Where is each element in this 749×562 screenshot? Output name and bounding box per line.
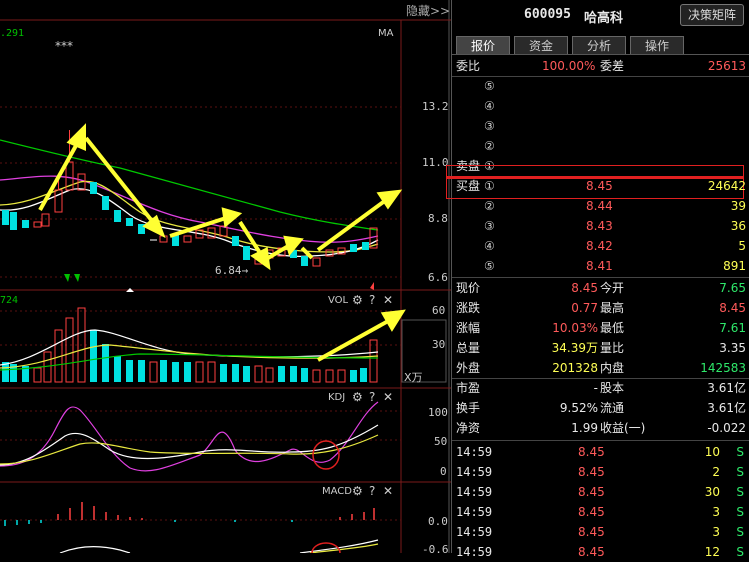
tick-row: 14:59 8.45 30 S bbox=[456, 485, 744, 499]
kdj-tick: 100 bbox=[428, 406, 448, 419]
quote-row: 现价 8.45 今开 7.65 bbox=[456, 281, 746, 295]
vol-tick: 30 bbox=[432, 338, 445, 351]
price-tick: 8.8 bbox=[428, 212, 448, 225]
close-icon[interactable]: ✕ bbox=[383, 484, 393, 498]
sell-level-3: ③ bbox=[484, 119, 495, 133]
close-icon[interactable]: ✕ bbox=[383, 293, 393, 307]
tab-funds[interactable]: 资金 bbox=[514, 36, 568, 54]
vol-tick: 60 bbox=[432, 304, 445, 317]
buy-level-3: ③ 8.43 36 bbox=[484, 219, 746, 233]
ratio-label: 委比 bbox=[456, 59, 481, 73]
help-icon[interactable]: ? bbox=[369, 293, 375, 307]
ma-value: .291 bbox=[0, 28, 24, 39]
ratio-value: 100.00% bbox=[542, 59, 596, 73]
tick-row: 14:59 8.45 2S bbox=[456, 465, 744, 479]
macd-tick: -0.6 bbox=[422, 543, 449, 553]
diff-value: 25613 bbox=[707, 59, 746, 73]
sell-level-5: ⑤ bbox=[484, 79, 495, 93]
quote-row: 涨幅 10.03% 最低 7.61 bbox=[456, 321, 746, 335]
macd-tick: 0.0 bbox=[428, 515, 448, 528]
quote-panel: 600095 哈高科 决策矩阵 报价 资金 分析 操作 委比 100.00% 委… bbox=[446, 0, 749, 559]
quote-row: 外盘 201328 内盘 142583 bbox=[456, 361, 746, 375]
buy-level-1: 买盘 ① 8.45 24642 bbox=[452, 176, 749, 196]
ma-label: MA bbox=[378, 28, 394, 39]
tick-row: 14:59 8.45 10 S bbox=[456, 445, 744, 459]
quote-row: 涨跌 0.77 最高 8.45 bbox=[456, 301, 746, 315]
vol-label: VOL bbox=[328, 295, 349, 306]
order-ratio-row: 委比 100.00% 委差 25613 bbox=[452, 56, 749, 76]
buy-level-4: ④ 8.42 5 bbox=[484, 239, 746, 253]
quote-row: 总量 34.39万 量比 3.35 bbox=[456, 341, 746, 355]
buy-level-5: ⑤ 8.41 891 bbox=[484, 259, 746, 273]
stars-label: *** bbox=[55, 39, 73, 53]
candlestick-chart[interactable]: 隐藏>> .291 *** MA 13.2 11.0 8.8 6.6 6.84→… bbox=[0, 0, 451, 553]
decision-matrix-button[interactable]: 决策矩阵 bbox=[680, 4, 744, 26]
help-icon[interactable]: ? bbox=[369, 390, 375, 404]
hide-panel-button[interactable]: 隐藏>> bbox=[406, 4, 450, 18]
price-tick: 6.6 bbox=[428, 271, 448, 284]
close-icon[interactable]: ✕ bbox=[383, 390, 393, 404]
diff-label: 委差 bbox=[600, 59, 625, 73]
tick-row: 14:59 8.45 3S bbox=[456, 505, 744, 519]
stock-header: 600095 哈高科 决策矩阵 bbox=[452, 0, 749, 30]
tab-operation[interactable]: 操作 bbox=[630, 36, 684, 54]
tab-quote[interactable]: 报价 bbox=[456, 36, 510, 54]
fundamental-row: 净资 1.99 收益(一) -0.022 bbox=[456, 421, 746, 435]
help-icon[interactable]: ? bbox=[369, 484, 375, 498]
kdj-label: KDJ bbox=[328, 392, 345, 403]
kdj-tick: 0 bbox=[440, 465, 447, 478]
sell-level-2: ② bbox=[484, 139, 495, 153]
gear-icon[interactable]: ⚙ bbox=[352, 390, 363, 404]
buy-level-2: ② 8.44 39 bbox=[484, 199, 746, 213]
kdj-tick: 50 bbox=[434, 435, 447, 448]
tab-analysis[interactable]: 分析 bbox=[572, 36, 626, 54]
vol-value: 724 bbox=[0, 295, 18, 306]
macd-label: MACD bbox=[322, 486, 352, 497]
quote-tabs: 报价 资金 分析 操作 bbox=[452, 34, 749, 55]
tick-row: 14:59 8.45 3S bbox=[456, 525, 744, 539]
stock-name: 哈高科 bbox=[584, 11, 624, 26]
buy-label: 买盘 bbox=[456, 179, 481, 193]
fundamental-row: 换手 9.52% 流通 3.61亿 bbox=[456, 401, 746, 415]
price-tick: 11.0 bbox=[422, 156, 449, 169]
price-tick: 13.2 bbox=[422, 100, 449, 113]
fundamental-row: 市盈 - 股本 3.61亿 bbox=[456, 381, 746, 395]
vol-unit: X万 bbox=[404, 371, 423, 384]
stock-code: 600095 bbox=[524, 7, 571, 22]
gear-icon[interactable]: ⚙ bbox=[352, 293, 363, 307]
low-price-annotation: 6.84→ bbox=[215, 264, 248, 277]
tick-row: 14:59 8.45 12 S bbox=[456, 545, 744, 559]
gear-icon[interactable]: ⚙ bbox=[352, 484, 363, 498]
sell-level-4: ④ bbox=[484, 99, 495, 113]
